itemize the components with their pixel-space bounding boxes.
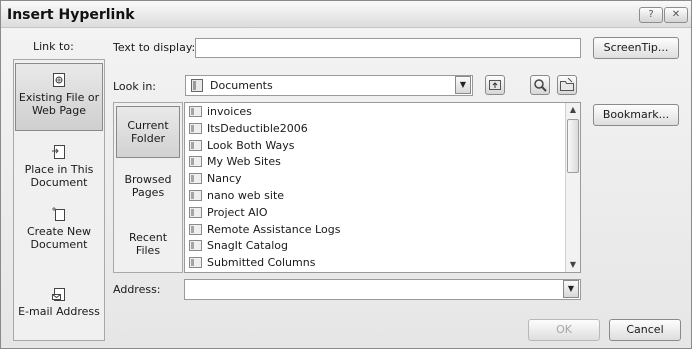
browsed-pages-label-2: Pages [131, 186, 165, 199]
folder-icon [189, 257, 202, 269]
list-item[interactable]: Remote Assistance Logs [185, 221, 565, 238]
link-to-existing-file-label-2: Web Page [31, 104, 87, 117]
file-name: Submitted Columns [207, 256, 316, 270]
folder-icon [189, 223, 202, 235]
link-to-existing-file[interactable]: Existing File or Web Page [15, 63, 103, 131]
browse-file-button[interactable] [557, 75, 577, 95]
address-chevron-down-icon[interactable]: ▼ [563, 280, 579, 298]
link-to-place-in-document-label-2: Document [30, 176, 88, 189]
folder-icon [189, 139, 202, 151]
browse-web-icon [534, 79, 547, 92]
help-button[interactable]: ? [639, 7, 663, 23]
bookmark-button[interactable]: Bookmark... [593, 104, 679, 126]
scroll-up-icon[interactable]: ▲ [566, 103, 580, 117]
ok-button[interactable]: OK [528, 319, 600, 341]
list-item[interactable]: nano web site [185, 187, 565, 204]
list-item[interactable]: Submitted Columns [185, 254, 565, 271]
file-name: Project AIO [207, 205, 268, 219]
text-to-display-input[interactable] [195, 38, 581, 58]
address-input[interactable]: ▼ [184, 279, 581, 300]
browsed-pages-label-1: Browsed [124, 173, 172, 186]
look-in-value: Documents [210, 79, 273, 92]
dialog-title: Insert Hyperlink [7, 7, 135, 23]
list-item[interactable]: Look Both Ways [185, 137, 565, 154]
file-list[interactable]: invoices ItsDeductible2006 Look Both Ways M… [184, 102, 581, 273]
folder-nav-browsed-pages[interactable]: Browsed Pages [114, 173, 182, 207]
link-to-create-new-document-label-1: Create New [26, 225, 92, 238]
close-icon: ✕ [671, 9, 681, 20]
link-to-create-new-document[interactable]: Create New Document [14, 202, 104, 254]
file-name: ItsDeductible2006 [207, 121, 308, 135]
look-in-chevron-down-icon: ▼ [455, 76, 471, 94]
list-item[interactable]: ItsDeductible2006 [185, 120, 565, 137]
file-name: Remote Assistance Logs [207, 222, 341, 236]
cancel-button[interactable]: Cancel [609, 319, 681, 341]
current-folder-label-1: Current [127, 119, 169, 132]
folder-icon [189, 240, 202, 252]
file-name: SnagIt Catalog [207, 239, 288, 253]
browse-web-button[interactable] [530, 75, 550, 95]
help-icon: ? [648, 9, 654, 20]
folder-icon [189, 156, 202, 168]
recent-files-label-2: Files [135, 244, 161, 257]
text-to-display-label: Text to display: [113, 41, 196, 54]
up-folder-button[interactable] [485, 75, 505, 95]
link-to-email-address-label: E-mail Address [18, 305, 100, 318]
list-item[interactable]: Project AIO [185, 204, 565, 221]
folder-nav-panel: Current Folder Browsed Pages Recent File… [113, 102, 183, 273]
look-in-dropdown[interactable]: Documents ▼ [185, 75, 473, 96]
file-name: nano web site [207, 189, 285, 202]
link-to-label: Link to: [33, 40, 74, 53]
link-to-place-in-document[interactable]: Place in This Document [14, 140, 104, 192]
file-name: My Web Sites [207, 155, 281, 169]
up-folder-icon [489, 80, 501, 90]
file-name: Look Both Ways [207, 138, 295, 152]
link-to-panel: Existing File or Web Page Place in This … [13, 59, 105, 341]
email-icon [52, 288, 65, 301]
folder-icon [189, 173, 202, 185]
list-item[interactable]: SnagIt Catalog [185, 237, 565, 254]
folder-icon [189, 190, 202, 201]
new-document-icon [52, 207, 65, 221]
document-place-icon [52, 145, 65, 159]
file-list-scrollbar[interactable]: ▲ ▼ [565, 103, 580, 272]
folder-nav-current-folder[interactable]: Current Folder [116, 106, 180, 158]
list-item[interactable]: Nancy [185, 170, 565, 187]
file-globe-icon [53, 73, 65, 87]
list-item[interactable]: My Web Sites [185, 153, 565, 170]
link-to-create-new-document-label-2: Document [30, 238, 88, 251]
insert-hyperlink-dialog: Insert Hyperlink ? ✕ Link to: Existing F… [0, 0, 692, 349]
screentip-button[interactable]: ScreenTip... [593, 37, 679, 59]
current-folder-label-2: Folder [131, 132, 165, 145]
folder-icon [189, 106, 202, 117]
link-to-existing-file-label-1: Existing File or [18, 91, 100, 104]
close-button[interactable]: ✕ [664, 7, 688, 23]
file-name: Nancy [207, 172, 242, 186]
scroll-thumb[interactable] [567, 119, 579, 173]
link-to-place-in-document-label-1: Place in This [24, 163, 94, 176]
folder-icon [191, 79, 203, 92]
link-to-email-address[interactable]: E-mail Address [14, 282, 104, 322]
folder-icon [189, 206, 202, 218]
folder-nav-recent-files[interactable]: Recent Files [114, 231, 182, 265]
recent-files-label-1: Recent [128, 231, 168, 244]
look-in-label: Look in: [113, 80, 156, 93]
list-item[interactable]: invoices [185, 103, 565, 120]
file-name: invoices [207, 105, 252, 118]
browse-file-icon [560, 77, 574, 91]
address-label: Address: [113, 283, 161, 296]
scroll-down-icon[interactable]: ▼ [566, 258, 580, 272]
folder-icon [189, 122, 202, 134]
title-bar[interactable]: Insert Hyperlink ? ✕ [1, 1, 691, 28]
